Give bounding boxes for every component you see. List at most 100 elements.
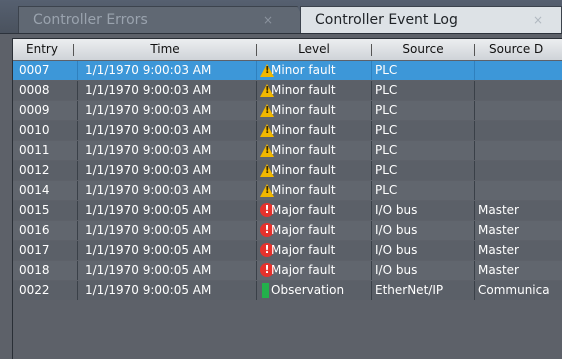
cell-divider <box>474 101 475 120</box>
source-cell: EtherNet/IP <box>375 283 444 297</box>
source-cell: I/O bus <box>375 243 418 257</box>
cell-divider <box>77 101 78 120</box>
entry-cell: 0015 <box>19 203 50 217</box>
column-header-entry[interactable]: Entry <box>13 39 71 60</box>
tab-label: Controller Errors <box>33 12 148 28</box>
cell-divider <box>371 121 372 140</box>
tab-bar: Controller Errors × Controller Event Log… <box>0 0 562 34</box>
source-detail-cell <box>478 81 562 100</box>
source-detail-cell <box>478 141 562 160</box>
level-text: Minor fault <box>271 63 336 77</box>
source-detail-cell <box>478 101 562 120</box>
cell-divider <box>371 101 372 120</box>
table-row[interactable]: 0012 1/1/1970 9:00:03 AM Minor fault PLC <box>13 161 562 180</box>
level-cell: Minor fault <box>257 81 369 100</box>
cell-divider <box>371 201 372 220</box>
tab-controller-errors[interactable]: Controller Errors × <box>18 6 311 34</box>
entry-cell: 0011 <box>19 143 50 157</box>
time-cell: 1/1/1970 9:00:03 AM <box>85 63 212 77</box>
cell-divider <box>474 61 475 80</box>
entry-cell: 0007 <box>19 63 50 77</box>
time-cell: 1/1/1970 9:00:05 AM <box>85 243 212 257</box>
table-row[interactable]: 0017 1/1/1970 9:00:05 AM ! Major fault I/O b… <box>13 241 562 260</box>
entry-cell: 0018 <box>19 263 50 277</box>
level-cell: ! Major fault <box>257 261 369 280</box>
close-icon[interactable]: × <box>263 7 273 34</box>
cell-divider <box>474 201 475 220</box>
time-cell: 1/1/1970 9:00:05 AM <box>85 203 212 217</box>
level-text: Minor fault <box>271 143 336 157</box>
table-row[interactable]: 0022 1/1/1970 9:00:05 AM Observation EtherN… <box>13 281 562 300</box>
level-cell: Minor fault <box>257 61 369 80</box>
cell-divider <box>77 61 78 80</box>
table-row[interactable]: 0014 1/1/1970 9:00:03 AM Minor fault PLC <box>13 181 562 200</box>
level-cell: ! Major fault <box>257 201 369 220</box>
table-row[interactable]: 0011 1/1/1970 9:00:03 AM Minor fault PLC <box>13 141 562 160</box>
source-cell: I/O bus <box>375 223 418 237</box>
source-detail-cell: Communica <box>478 283 550 297</box>
table-row[interactable]: 0007 1/1/1970 9:00:03 AM Minor fault PLC <box>13 61 562 80</box>
column-header-source-detail[interactable]: Source D <box>475 39 562 60</box>
source-detail-cell <box>478 121 562 140</box>
cell-divider <box>77 81 78 100</box>
level-text: Minor fault <box>271 83 336 97</box>
cell-divider <box>371 141 372 160</box>
tab-controller-event-log[interactable]: Controller Event Log × <box>300 6 562 33</box>
level-text: Observation <box>271 283 345 297</box>
level-cell: Observation <box>257 281 369 300</box>
source-cell: PLC <box>375 63 398 77</box>
table-row[interactable]: 0016 1/1/1970 9:00:05 AM ! Major fault I/O b… <box>13 221 562 240</box>
level-text: Minor fault <box>271 163 336 177</box>
level-cell: Minor fault <box>257 101 369 120</box>
table-row[interactable]: 0015 1/1/1970 9:00:05 AM ! Major fault I/O b… <box>13 201 562 220</box>
column-divider[interactable] <box>73 44 74 56</box>
cell-divider <box>371 181 372 200</box>
time-cell: 1/1/1970 9:00:03 AM <box>85 143 212 157</box>
source-detail-cell: Master <box>478 243 519 257</box>
source-cell: I/O bus <box>375 263 418 277</box>
column-header-time[interactable]: Time <box>75 39 255 60</box>
level-cell: Minor fault <box>257 121 369 140</box>
cell-divider <box>77 201 78 220</box>
source-detail-cell <box>478 161 562 180</box>
entry-cell: 0008 <box>19 83 50 97</box>
entry-cell: 0022 <box>19 283 50 297</box>
time-cell: 1/1/1970 9:00:05 AM <box>85 283 212 297</box>
table-row[interactable]: 0008 1/1/1970 9:00:03 AM Minor fault PLC <box>13 81 562 100</box>
level-text: Minor fault <box>271 123 336 137</box>
cell-divider <box>474 241 475 260</box>
time-cell: 1/1/1970 9:00:03 AM <box>85 103 212 117</box>
cell-divider <box>371 161 372 180</box>
source-cell: PLC <box>375 143 398 157</box>
level-cell: Minor fault <box>257 161 369 180</box>
source-cell: PLC <box>375 163 398 177</box>
cell-divider <box>371 281 372 300</box>
source-detail-cell: Master <box>478 263 519 277</box>
level-text: Major fault <box>271 203 336 217</box>
column-header-level[interactable]: Level <box>257 39 371 60</box>
source-cell: I/O bus <box>375 203 418 217</box>
column-header-source[interactable]: Source <box>372 39 474 60</box>
level-cell: Minor fault <box>257 181 369 200</box>
time-cell: 1/1/1970 9:00:03 AM <box>85 183 212 197</box>
close-icon[interactable]: × <box>533 7 543 34</box>
cell-divider <box>474 181 475 200</box>
table-row[interactable]: 0018 1/1/1970 9:00:05 AM ! Major fault I/O b… <box>13 261 562 280</box>
table-row[interactable]: 0009 1/1/1970 9:00:03 AM Minor fault PLC <box>13 101 562 120</box>
level-text: Minor fault <box>271 183 336 197</box>
entry-cell: 0010 <box>19 123 50 137</box>
table-row[interactable]: 0010 1/1/1970 9:00:03 AM Minor fault PLC <box>13 121 562 140</box>
source-cell: PLC <box>375 183 398 197</box>
cell-divider <box>77 181 78 200</box>
time-cell: 1/1/1970 9:00:05 AM <box>85 263 212 277</box>
observation-icon <box>262 283 269 298</box>
source-detail-cell <box>478 61 562 80</box>
cell-divider <box>371 221 372 240</box>
entry-cell: 0017 <box>19 243 50 257</box>
entry-cell: 0012 <box>19 163 50 177</box>
tab-label: Controller Event Log <box>315 12 458 28</box>
cell-divider <box>77 281 78 300</box>
cell-divider <box>474 261 475 280</box>
cell-divider <box>474 221 475 240</box>
level-text: Minor fault <box>271 103 336 117</box>
